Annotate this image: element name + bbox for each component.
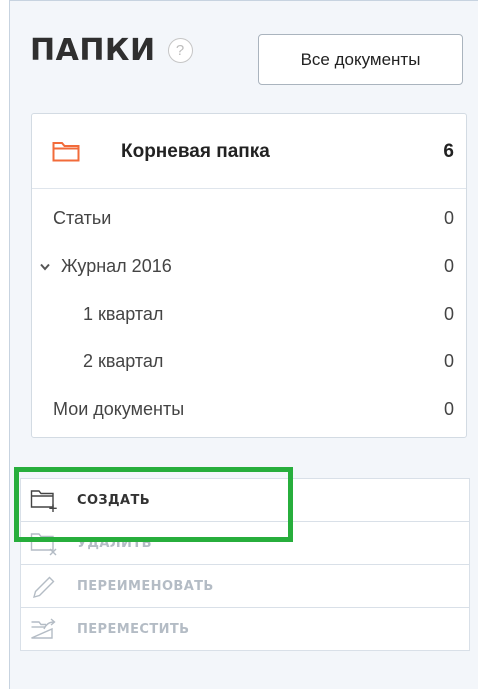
tree-root-row[interactable]: Корневая папка 6 <box>32 114 466 189</box>
folder-icon <box>52 142 80 162</box>
create-label: СОЗДАТЬ <box>77 493 151 508</box>
tree-item-count: 0 <box>443 351 454 371</box>
tree-item-quarter-2[interactable]: 2 квартал 0 <box>32 339 466 385</box>
root-folder-label: Корневая папка <box>121 141 270 162</box>
tree-item-articles[interactable]: Статьи 0 <box>32 196 466 242</box>
move-folder-button[interactable]: ПЕРЕМЕСТИТЬ <box>20 608 470 651</box>
tree-item-quarter-1[interactable]: 1 квартал 0 <box>32 292 466 338</box>
rename-label: ПЕРЕИМЕНОВАТЬ <box>77 579 214 594</box>
panel-header: ПАПКИ ? <box>30 33 193 68</box>
chevron-down-icon[interactable] <box>40 263 50 271</box>
tree-item-label: 1 квартал <box>83 304 164 324</box>
folder-tree: Корневая папка 6 Статьи 0 Журнал 2016 0 … <box>31 113 467 438</box>
delete-label: УДАЛИТЬ <box>77 536 152 551</box>
create-folder-icon <box>30 490 57 512</box>
tree-item-label: 2 квартал <box>83 351 164 371</box>
tree-item-label: Мои документы <box>53 399 185 419</box>
all-documents-button[interactable]: Все документы <box>258 34 463 85</box>
tree-item-my-documents[interactable]: Мои документы 0 <box>32 387 466 433</box>
move-folder-icon <box>31 618 56 639</box>
panel-title: ПАПКИ <box>30 33 156 68</box>
create-folder-button[interactable]: СОЗДАТЬ <box>20 478 470 522</box>
rename-folder-button[interactable]: ПЕРЕИМЕНОВАТЬ <box>20 565 470 608</box>
tree-item-label: Статьи <box>53 208 112 228</box>
delete-folder-icon <box>30 533 57 556</box>
tree-item-count: 0 <box>443 256 454 276</box>
root-folder-count: 6 <box>443 141 454 162</box>
tree-item-count: 0 <box>443 304 454 324</box>
move-label: ПЕРЕМЕСТИТЬ <box>77 622 190 637</box>
delete-folder-button[interactable]: УДАЛИТЬ <box>20 522 470 565</box>
folder-actions: СОЗДАТЬ УДАЛИТЬ ПЕРЕИМЕНОВАТЬ ПЕРЕМЕСТИТ… <box>20 478 470 651</box>
tree-item-count: 0 <box>443 208 454 228</box>
pencil-icon <box>33 576 55 598</box>
help-icon[interactable]: ? <box>167 38 193 63</box>
tree-item-journal-2016[interactable]: Журнал 2016 0 <box>32 244 466 290</box>
tree-item-label: Журнал 2016 <box>61 256 172 276</box>
tree-item-count: 0 <box>443 399 454 419</box>
